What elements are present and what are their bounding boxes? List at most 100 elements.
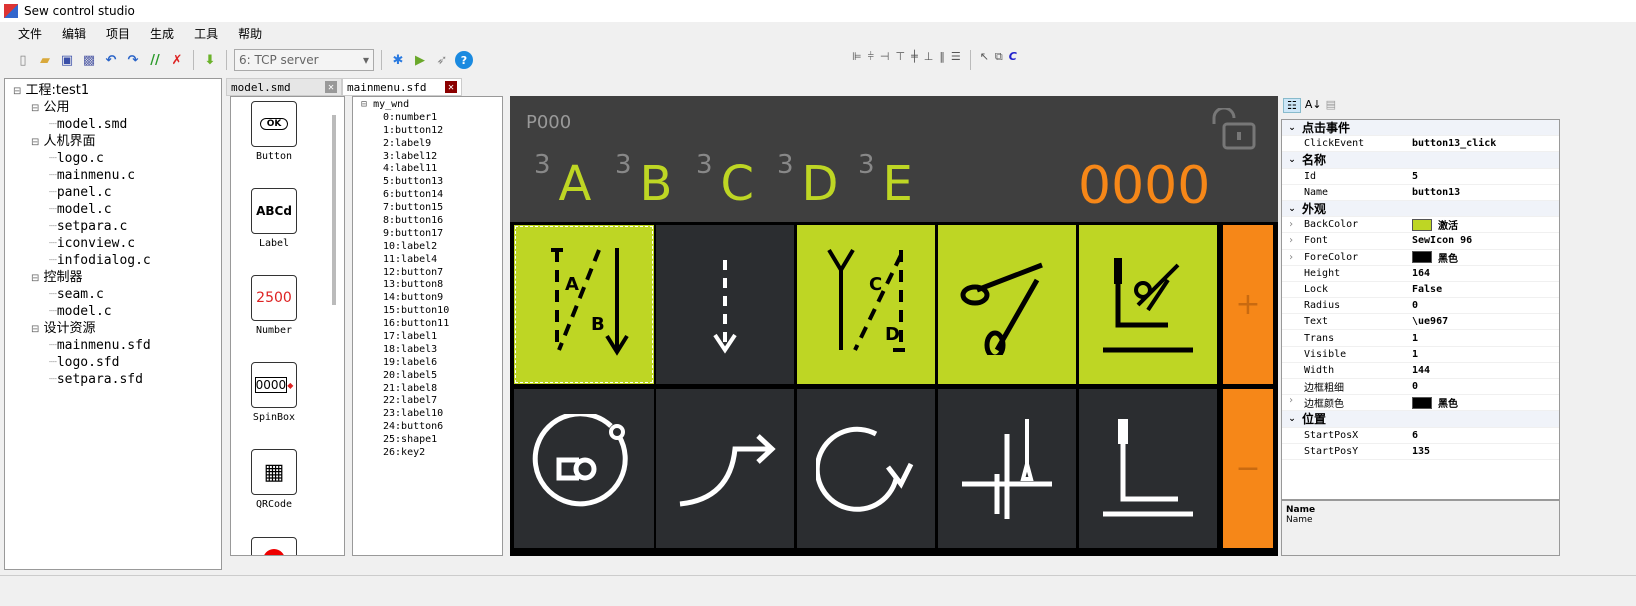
property-value[interactable]: 1 bbox=[1412, 349, 1559, 360]
tree-item[interactable]: ┈mainmenu.c bbox=[5, 167, 221, 184]
property-row[interactable]: › ForeColor 黑色 bbox=[1282, 250, 1559, 266]
chevron-down-icon[interactable]: ⌄ bbox=[1282, 204, 1302, 214]
object-tree-item[interactable]: 24:button6 bbox=[353, 421, 502, 434]
button11[interactable] bbox=[1079, 389, 1217, 548]
letter-label[interactable]: 3C bbox=[696, 150, 777, 212]
tree-item[interactable]: ┈model.c bbox=[5, 201, 221, 218]
pointer-icon[interactable]: ↖ bbox=[980, 50, 989, 70]
property-row[interactable]: Radius 0 bbox=[1282, 298, 1559, 315]
property-row[interactable]: Visible 1 bbox=[1282, 347, 1559, 363]
property-value[interactable]: 5 bbox=[1412, 171, 1559, 182]
letter-label[interactable]: 3E bbox=[858, 150, 939, 212]
object-tree-item[interactable]: 22:label7 bbox=[353, 395, 502, 408]
property-value[interactable]: 0 bbox=[1412, 300, 1559, 311]
object-tree-item[interactable]: 21:label8 bbox=[353, 383, 502, 396]
object-tree-root[interactable]: ⊟ my_wnd bbox=[353, 99, 502, 112]
align-bottom-icon[interactable]: ⊥ bbox=[924, 50, 934, 70]
object-tree-item[interactable]: 2:label9 bbox=[353, 138, 502, 151]
widget-qrcode[interactable]: ▦ QRCode bbox=[251, 449, 297, 510]
bluetooth-icon[interactable]: ✱ bbox=[389, 51, 407, 69]
object-tree-item[interactable]: 9:button17 bbox=[353, 228, 502, 241]
property-value[interactable]: 黑色 bbox=[1412, 395, 1559, 410]
property-row[interactable]: Name button13 bbox=[1282, 185, 1559, 201]
object-tree-item[interactable]: 8:button16 bbox=[353, 215, 502, 228]
object-tree-item[interactable]: 7:button15 bbox=[353, 202, 502, 215]
chevron-right-icon[interactable]: › bbox=[1288, 219, 1294, 230]
property-row[interactable]: 边框粗细 0 bbox=[1282, 379, 1559, 396]
comment-icon[interactable]: // bbox=[146, 51, 164, 69]
object-tree-item[interactable]: 10:label2 bbox=[353, 241, 502, 254]
refresh-icon[interactable]: C bbox=[1009, 50, 1017, 70]
button10[interactable] bbox=[938, 389, 1076, 548]
property-row[interactable]: StartPosY 135 bbox=[1282, 444, 1559, 460]
tree-item[interactable]: ┈model.smd bbox=[5, 116, 221, 133]
property-value[interactable]: 黑色 bbox=[1412, 250, 1559, 265]
button13-selected[interactable]: AB bbox=[514, 225, 654, 384]
open-folder-icon[interactable]: ▰ bbox=[36, 51, 54, 69]
widget-more[interactable] bbox=[251, 537, 297, 555]
object-tree-item[interactable]: 6:button14 bbox=[353, 189, 502, 202]
categorized-icon[interactable]: ☷ bbox=[1283, 98, 1301, 113]
property-pages-icon[interactable]: ▤ bbox=[1326, 98, 1336, 113]
chevron-right-icon[interactable]: › bbox=[1288, 252, 1294, 263]
property-row[interactable]: Height 164 bbox=[1282, 266, 1559, 282]
property-value[interactable]: 144 bbox=[1412, 365, 1559, 376]
menu-project[interactable]: 项目 bbox=[96, 22, 140, 44]
property-row[interactable]: › Font SewIcon 96 bbox=[1282, 233, 1559, 250]
property-category[interactable]: ⌄ 位置 bbox=[1282, 411, 1559, 428]
property-value[interactable]: 135 bbox=[1412, 446, 1559, 457]
tab-mainmenu-sfd[interactable]: mainmenu.sfd ✕ bbox=[342, 78, 462, 96]
object-tree-item[interactable]: 13:button8 bbox=[353, 279, 502, 292]
tab-order-icon[interactable]: ⧉ bbox=[995, 50, 1003, 70]
widget-number[interactable]: 2500 Number bbox=[251, 275, 297, 336]
close-icon[interactable]: ✕ bbox=[445, 81, 457, 93]
download-icon[interactable]: ⬇ bbox=[201, 51, 219, 69]
undo-icon[interactable]: ↶ bbox=[102, 51, 120, 69]
distribute-v-icon[interactable]: ☰ bbox=[951, 50, 961, 70]
property-value[interactable]: 164 bbox=[1412, 268, 1559, 279]
tree-item[interactable]: ⊟ 人机界面 bbox=[5, 133, 221, 150]
counter[interactable]: 0000 bbox=[1078, 156, 1210, 216]
button17[interactable] bbox=[1079, 225, 1217, 384]
property-category[interactable]: ⌄ 点击事件 bbox=[1282, 120, 1559, 137]
design-canvas[interactable]: P000 3A3B3C3D3E 0000 AB CD + − bbox=[510, 96, 1278, 556]
object-tree-item[interactable]: 5:button13 bbox=[353, 176, 502, 189]
tree-item[interactable]: ┈infodialog.c bbox=[5, 252, 221, 269]
save-icon[interactable]: ▣ bbox=[58, 51, 76, 69]
object-tree-item[interactable]: 20:label5 bbox=[353, 370, 502, 383]
property-row[interactable]: Width 144 bbox=[1282, 363, 1559, 379]
property-row[interactable]: › BackColor 激活 bbox=[1282, 217, 1559, 234]
new-file-icon[interactable]: ▯ bbox=[14, 51, 32, 69]
run-icon[interactable]: ▶ bbox=[411, 51, 429, 69]
property-value[interactable]: button13_click bbox=[1412, 138, 1559, 149]
tree-item[interactable]: ┈logo.c bbox=[5, 150, 221, 167]
collapse-icon[interactable]: ⊟ bbox=[13, 86, 21, 97]
tree-item[interactable]: ⊟ 公用 bbox=[5, 99, 221, 116]
object-tree-item[interactable]: 17:label1 bbox=[353, 331, 502, 344]
letter-label[interactable]: 3B bbox=[615, 150, 696, 212]
unlock-icon[interactable] bbox=[1208, 108, 1258, 150]
property-value[interactable]: 激活 bbox=[1412, 217, 1559, 232]
chevron-down-icon[interactable]: ⌄ bbox=[1282, 123, 1302, 133]
button9[interactable] bbox=[797, 389, 935, 548]
align-center-icon[interactable]: ⫩ bbox=[868, 50, 874, 70]
object-tree-item[interactable]: 26:key2 bbox=[353, 447, 502, 460]
distribute-h-icon[interactable]: ‖ bbox=[939, 50, 945, 70]
collapse-icon[interactable]: ⊟ bbox=[31, 137, 39, 148]
object-tree-item[interactable]: 23:label10 bbox=[353, 408, 502, 421]
save-all-icon[interactable]: ▩ bbox=[80, 51, 98, 69]
connection-select[interactable]: 6: TCP server ▾ bbox=[234, 49, 374, 71]
tab-model-smd[interactable]: model.smd ✕ bbox=[226, 78, 342, 96]
help-icon[interactable]: ? bbox=[455, 51, 473, 69]
property-value[interactable]: \ue967 bbox=[1412, 316, 1559, 327]
plus-button[interactable]: + bbox=[1223, 225, 1273, 384]
button15[interactable]: CD bbox=[797, 225, 935, 384]
tree-item[interactable]: ┈mainmenu.sfd bbox=[5, 337, 221, 354]
scrollbar[interactable] bbox=[332, 115, 336, 305]
sort-alpha-icon[interactable]: A↓ bbox=[1305, 98, 1322, 113]
object-tree-item[interactable]: 25:shape1 bbox=[353, 434, 502, 447]
object-tree-item[interactable]: 12:button7 bbox=[353, 267, 502, 280]
tree-item[interactable]: ┈model.c bbox=[5, 303, 221, 320]
object-tree-item[interactable]: 0:number1 bbox=[353, 112, 502, 125]
collapse-icon[interactable]: ⊟ bbox=[31, 273, 39, 284]
